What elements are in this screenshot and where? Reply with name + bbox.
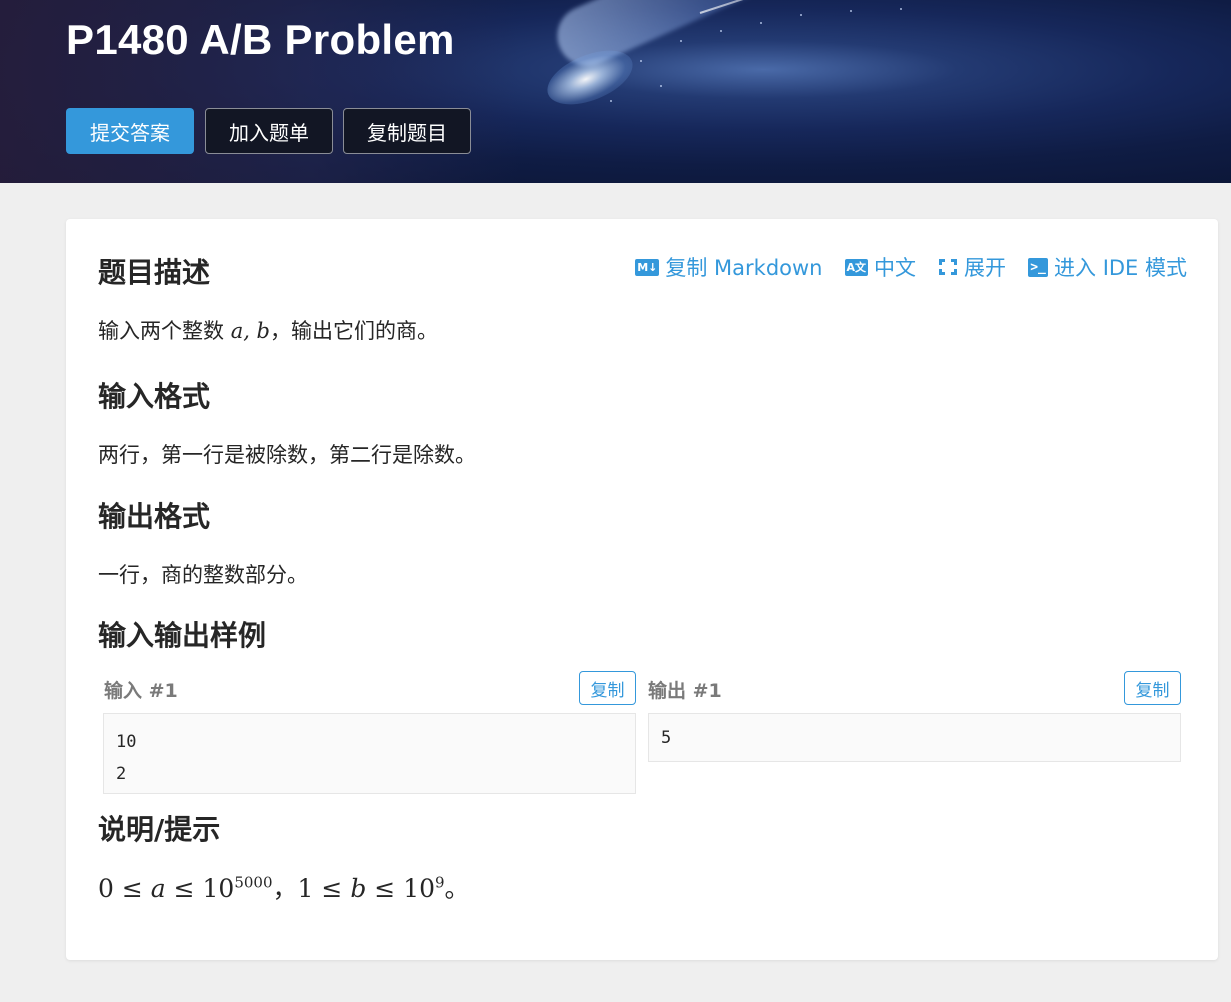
- description-text-post: ，输出它们的商。: [270, 319, 439, 343]
- star-decoration: [800, 14, 802, 16]
- star-decoration: [660, 85, 662, 87]
- hint-separator: ，: [272, 874, 298, 903]
- description-text-pre: 输入两个整数: [98, 319, 231, 343]
- output-format-heading: 输出格式: [98, 500, 211, 533]
- sample-input-label: 输入 #1: [104, 680, 178, 702]
- description-math: a, b: [230, 319, 271, 343]
- output-format-text: 一行，商的整数部分。: [98, 563, 308, 587]
- leq-symbol: ≤: [121, 874, 143, 903]
- hint-constraints: 0 ≤ a ≤ 105000，1 ≤ b ≤ 109。: [98, 869, 470, 905]
- expand-link[interactable]: 展开: [938, 252, 1006, 282]
- hint-heading: 说明/提示: [98, 813, 221, 846]
- hint-a-lower: 0: [98, 874, 114, 903]
- ide-mode-label: 进入 IDE 模式: [1054, 256, 1187, 280]
- submit-answer-button[interactable]: 提交答案: [66, 108, 194, 154]
- problem-card: M↓ 复制 Markdown A文 中文 展开 >_ 进入 IDE 模式 题目描…: [66, 219, 1218, 960]
- ide-mode-link[interactable]: >_ 进入 IDE 模式: [1028, 252, 1187, 282]
- page-title: P1480 A/B Problem: [66, 16, 455, 63]
- star-decoration: [720, 30, 722, 32]
- problem-header-banner: P1480 A/B Problem 提交答案 加入题单 复制题目: [0, 0, 1231, 183]
- leq-symbol: ≤: [173, 874, 195, 903]
- star-decoration: [760, 22, 762, 24]
- copy-markdown-label: 复制 Markdown: [665, 256, 823, 280]
- terminal-icon: >_: [1028, 257, 1049, 277]
- samples-heading: 输入输出样例: [98, 619, 267, 652]
- hint-b-lower: 1: [297, 874, 314, 903]
- leq-symbol: ≤: [374, 874, 396, 903]
- sample-output-box[interactable]: 5: [648, 713, 1181, 762]
- star-decoration: [850, 10, 852, 12]
- description-text: 输入两个整数 a, b，输出它们的商。: [98, 315, 438, 345]
- input-format-text: 两行，第一行是被除数，第二行是除数。: [98, 443, 476, 467]
- hint-b-var: b: [350, 874, 367, 903]
- expand-icon: [938, 258, 958, 276]
- copy-sample-input-button[interactable]: 复制: [579, 671, 636, 705]
- hint-a-exp: 5000: [234, 873, 273, 892]
- input-format-heading: 输入格式: [98, 380, 211, 413]
- hint-end: 。: [444, 874, 470, 903]
- sample-input-box[interactable]: 10 2: [103, 713, 636, 794]
- leq-symbol: ≤: [321, 874, 343, 903]
- problem-toolbar: M↓ 复制 Markdown A文 中文 展开 >_ 进入 IDE 模式: [635, 252, 1187, 282]
- hint-b-base: 10: [403, 874, 435, 903]
- hint-a-var: a: [150, 874, 166, 903]
- hint-b-exp: 9: [435, 873, 445, 892]
- copy-markdown-link[interactable]: M↓ 复制 Markdown: [635, 252, 823, 282]
- expand-label: 展开: [964, 256, 1007, 280]
- star-decoration: [610, 100, 612, 102]
- star-decoration: [680, 40, 682, 42]
- add-to-list-button[interactable]: 加入题单: [205, 108, 333, 154]
- translate-icon: A文: [844, 258, 869, 276]
- language-label: 中文: [874, 256, 917, 280]
- copy-sample-output-button[interactable]: 复制: [1124, 671, 1181, 705]
- markdown-icon: M↓: [635, 258, 660, 276]
- star-decoration: [900, 8, 902, 10]
- sample-output-label: 输出 #1: [648, 680, 722, 702]
- star-decoration: [640, 60, 642, 62]
- description-heading: 题目描述: [98, 256, 211, 289]
- copy-problem-button[interactable]: 复制题目: [343, 108, 471, 154]
- hint-a-base: 10: [202, 874, 235, 903]
- language-link[interactable]: A文 中文: [844, 252, 917, 282]
